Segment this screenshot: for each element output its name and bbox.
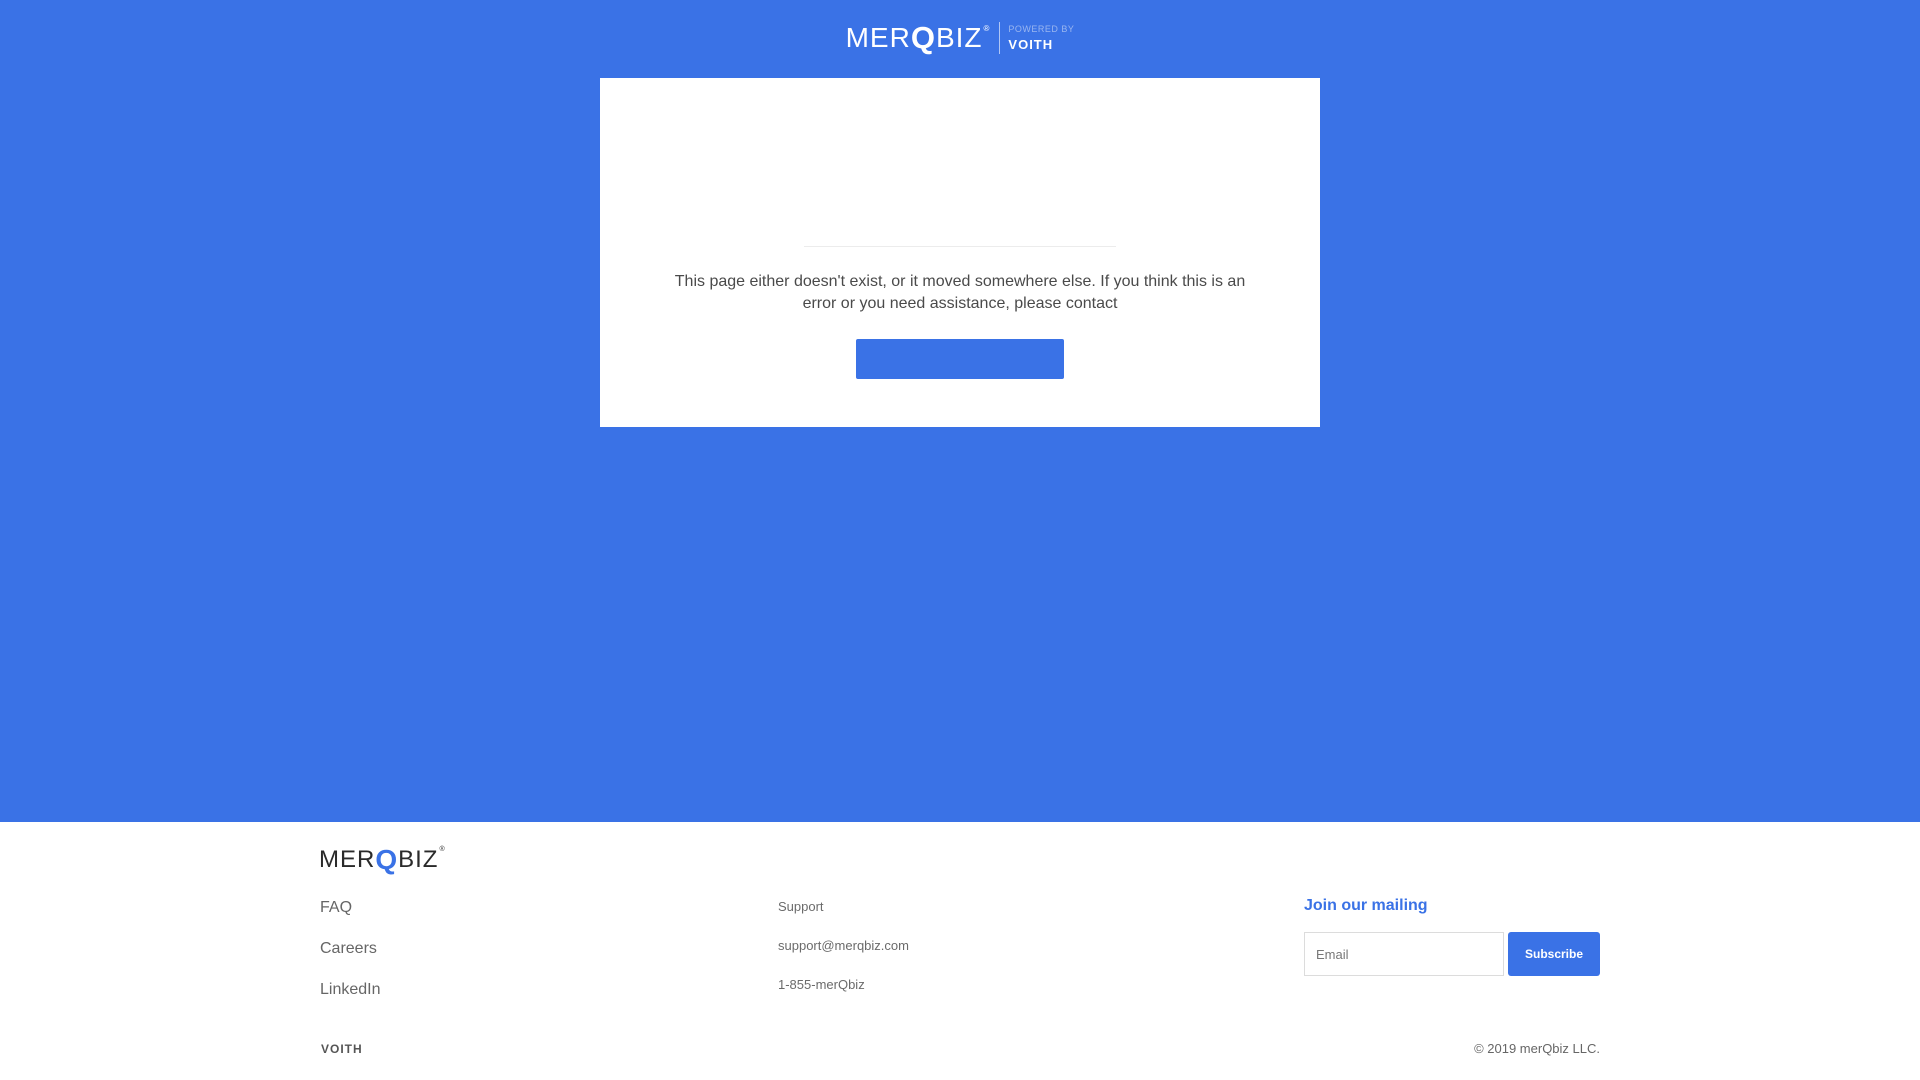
footer: MER Q BIZ ® FAQ Careers LinkedIn Support su…: [0, 822, 1920, 1080]
support-column: Support support@merqbiz.com 1-855-merQbi…: [778, 899, 909, 1016]
error-card: This page either doesn't exist, or it mo…: [600, 78, 1320, 427]
subscribe-button[interactable]: Subscribe: [1508, 932, 1600, 976]
support-title: Support: [778, 899, 824, 914]
powered-by-text: POWERED BY: [1008, 24, 1075, 34]
faq-link[interactable]: FAQ: [320, 898, 381, 939]
mailing-title: Join our mailing: [1304, 897, 1428, 914]
careers-link[interactable]: Careers: [320, 939, 381, 980]
primary-action-button[interactable]: [856, 339, 1064, 379]
error-message: This page either doesn't exist, or it mo…: [674, 273, 1246, 312]
voith-logo: VOITH: [1008, 37, 1054, 52]
footer-merqbiz-logo[interactable]: MER Q BIZ ®: [319, 844, 446, 876]
footer-voith-logo[interactable]: VOITH: [321, 1042, 363, 1056]
mailing-form: Subscribe: [1304, 932, 1600, 976]
linkedin-link[interactable]: LinkedIn: [320, 980, 381, 1021]
copyright-text: © 2019 merQbiz LLC.: [1474, 1041, 1600, 1056]
merqbiz-logo: MER Q BIZ ®: [845, 20, 991, 55]
header-logo[interactable]: MER Q BIZ ® POWERED BY VOITH: [0, 20, 1920, 56]
logo-divider: [999, 22, 1001, 54]
mailing-signup: Join our mailing Subscribe: [1304, 896, 1600, 976]
email-input[interactable]: [1304, 932, 1504, 976]
support-phone[interactable]: 1-855-merQbiz: [778, 977, 909, 1016]
hero-section: MER Q BIZ ® POWERED BY VOITH This page eith…: [0, 0, 1920, 822]
card-divider: [804, 246, 1116, 247]
powered-by-voith: POWERED BY VOITH: [1008, 24, 1075, 52]
support-email-link[interactable]: support@merqbiz.com: [778, 938, 909, 977]
footer-links: FAQ Careers LinkedIn: [320, 898, 381, 1021]
